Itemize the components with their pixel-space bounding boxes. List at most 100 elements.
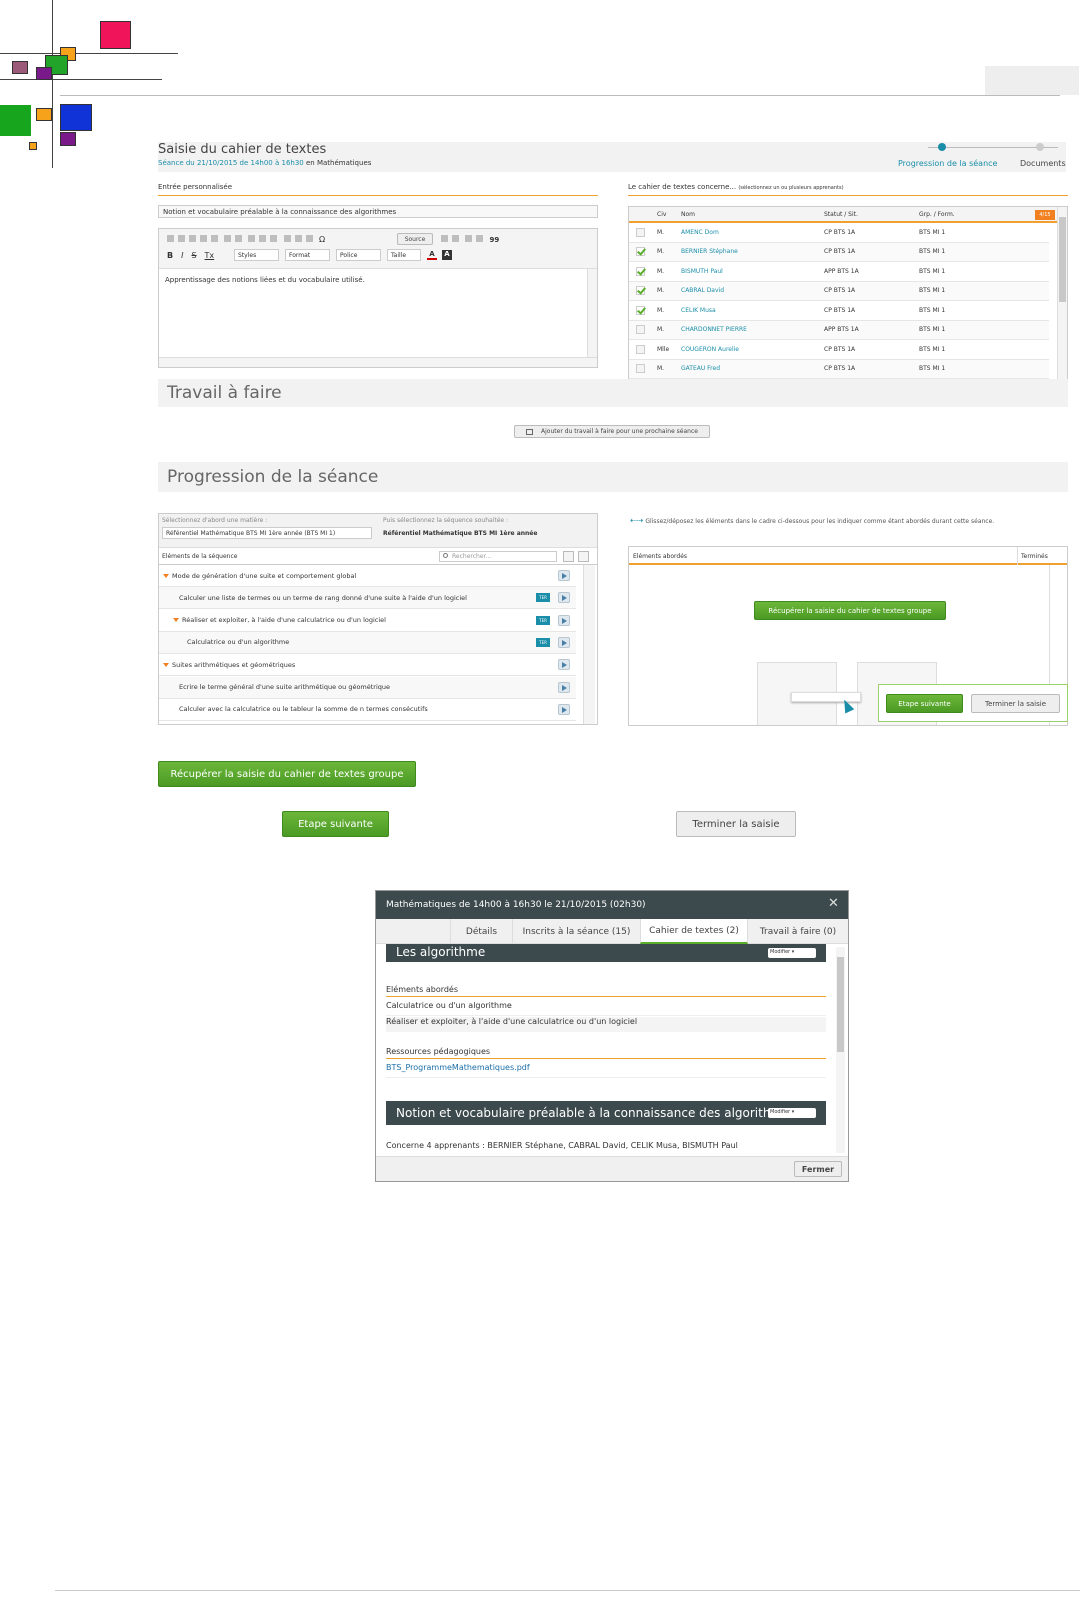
arrow-right-icon[interactable] [558, 570, 570, 581]
copy-icon[interactable] [178, 235, 185, 242]
learners-scroll-thumb[interactable] [1059, 217, 1066, 302]
font-select[interactable]: Police [336, 249, 381, 261]
arrow-right-icon[interactable] [558, 636, 570, 648]
tab-travail[interactable]: Travail à faire (0) [748, 919, 848, 944]
indent-icon[interactable] [476, 235, 484, 242]
table-row[interactable]: M. CABRAL David CP BTS 1A BTS MI 1 [629, 281, 1049, 301]
list-item[interactable]: Réaliser et exploiter, à l'aide d'une ca… [159, 609, 576, 632]
cut-icon[interactable] [167, 235, 174, 242]
finish-button-small[interactable]: Terminer la saisie [971, 694, 1060, 713]
list-item[interactable]: Suites arithmétiques et géométriques [159, 654, 576, 677]
learner-checkbox[interactable] [636, 247, 645, 257]
sequence-scrollbar[interactable] [583, 565, 595, 724]
table-row[interactable]: M. BERNIER Stéphane CP BTS 1A BTS MI 1 [629, 242, 1049, 262]
bg-color-icon[interactable]: A [442, 250, 452, 260]
close-icon[interactable]: ✕ [828, 896, 839, 911]
table-row[interactable]: M. AMENC Dom CP BTS 1A BTS MI 1 [629, 223, 1049, 243]
ordered-list-icon[interactable] [441, 235, 448, 242]
table-row[interactable]: Mlle COUGERON Aurelie CP BTS 1A BTS MI 1 [629, 340, 1049, 360]
paste-text-icon[interactable] [200, 235, 207, 242]
list-item[interactable]: Mode de génération d'une suite et compor… [159, 565, 576, 587]
learner-name[interactable]: CELIK Musa [681, 307, 716, 314]
learner-name[interactable]: BISMUTH Paul [681, 268, 723, 275]
bullet-list-icon[interactable] [452, 235, 459, 242]
unlink-icon[interactable] [259, 235, 267, 242]
image-icon[interactable] [283, 235, 291, 242]
learner-name[interactable]: AMENC Dom [681, 229, 719, 236]
redo-icon[interactable] [235, 235, 243, 242]
bold-button[interactable]: B [167, 251, 173, 260]
recup-button-small[interactable]: Récupérer la saisie du cahier de textes … [754, 601, 946, 620]
arrow-right-icon[interactable] [558, 614, 570, 626]
modal-scrollbar[interactable] [836, 947, 845, 1153]
table-row[interactable]: M. CHARDONNET PIERRE APP BTS 1A BTS MI 1 [629, 320, 1049, 340]
list-item[interactable]: Calculer une liste de termes ou un terme… [159, 587, 576, 610]
caret-down-icon[interactable] [163, 573, 169, 578]
col-status[interactable]: Statut / Sit. [824, 211, 858, 218]
finish-button[interactable]: Terminer la saisie [676, 811, 796, 837]
size-select[interactable]: Taille [387, 249, 421, 261]
arrow-right-icon[interactable] [558, 592, 570, 604]
stepper-dot-active[interactable] [938, 143, 946, 151]
styles-select[interactable]: Styles [234, 249, 279, 261]
entry-title-input[interactable]: Notion et vocabulaire préalable à la con… [158, 205, 598, 218]
list-item[interactable]: Ecrire le terme général d'une suite arit… [159, 676, 576, 699]
editor-content[interactable]: Apprentissage des notions liées et du vo… [165, 276, 365, 284]
add-homework-button[interactable]: Ajouter du travail à faire pour une proc… [514, 425, 710, 438]
col-civ[interactable]: Civ [657, 211, 666, 218]
modify-button-2[interactable]: Modifier ▾ [768, 1108, 816, 1118]
text-color-icon[interactable]: A [427, 250, 437, 260]
outdent-icon[interactable] [465, 235, 473, 242]
next-step-button[interactable]: Etape suivante [282, 811, 389, 837]
stepper-label-documents[interactable]: Documents [1020, 159, 1066, 168]
learner-checkbox[interactable] [636, 305, 645, 315]
hr-icon[interactable] [305, 235, 313, 242]
list-item[interactable]: Calculatrice ou d'un algorithme TER [159, 631, 576, 654]
learner-name[interactable]: GATEAU Fred [681, 365, 720, 372]
recup-button[interactable]: Récupérer la saisie du cahier de textes … [158, 761, 416, 787]
learner-checkbox[interactable] [636, 344, 645, 354]
learner-name[interactable]: CABRAL David [681, 287, 724, 294]
learners-scrollbar[interactable] [1057, 207, 1067, 385]
editor-resize-bar[interactable] [159, 357, 597, 367]
modal-scroll-thumb[interactable] [837, 957, 844, 1052]
flag-icon[interactable] [270, 235, 278, 242]
omega-icon[interactable]: Ω [319, 235, 325, 244]
arrow-right-icon[interactable] [558, 681, 570, 693]
tab-inscrits[interactable]: Inscrits à la séance (15) [512, 919, 640, 944]
arrow-right-icon[interactable] [558, 659, 570, 671]
stepper-dot-inactive[interactable] [1036, 143, 1044, 151]
caret-down-icon[interactable] [163, 662, 169, 667]
table-icon[interactable] [294, 235, 302, 242]
learner-checkbox[interactable] [636, 325, 645, 335]
blockquote-icon[interactable]: 99 [489, 236, 499, 244]
paste-icon[interactable] [189, 235, 196, 242]
strike-button[interactable]: S [191, 251, 196, 260]
collapse-all-icon[interactable] [578, 551, 589, 562]
tab-cahier[interactable]: Cahier de textes (2) [640, 919, 748, 944]
tab-details[interactable]: Détails [450, 919, 512, 944]
learner-checkbox[interactable] [636, 286, 645, 296]
resource-link[interactable]: BTS_ProgrammeMathematiques.pdf [386, 1063, 826, 1078]
table-row[interactable]: M. CELIK Musa CP BTS 1A BTS MI 1 [629, 301, 1049, 321]
editor-scrollbar[interactable] [587, 269, 597, 359]
expand-all-icon[interactable] [563, 551, 574, 562]
modify-button-1[interactable]: Modifier ▾ [768, 948, 816, 958]
table-row[interactable]: M. GATEAU Fred CP BTS 1A BTS MI 1 [629, 359, 1049, 379]
undo-icon[interactable] [224, 235, 232, 242]
next-step-button-small[interactable]: Etape suivante [886, 694, 963, 713]
learner-checkbox[interactable] [636, 364, 645, 374]
table-row[interactable]: M. BISMUTH Paul APP BTS 1A BTS MI 1 [629, 262, 1049, 282]
learner-checkbox[interactable] [636, 266, 645, 276]
col-group[interactable]: Grp. / Form. [919, 211, 955, 218]
session-link[interactable]: Séance du 21/10/2015 de 14h00 à 16h30 [158, 159, 304, 167]
modal-close-button[interactable]: Fermer [794, 1161, 842, 1177]
arrow-right-icon[interactable] [558, 703, 570, 715]
source-button[interactable]: Source [397, 233, 433, 245]
col-name[interactable]: Nom [681, 211, 695, 218]
caret-down-icon[interactable] [173, 618, 179, 623]
paste-word-icon[interactable] [211, 235, 218, 242]
learner-name[interactable]: CHARDONNET PIERRE [681, 326, 747, 333]
clear-format-button[interactable]: Tx [205, 251, 215, 260]
sequence-search-input[interactable]: Rechercher... [439, 551, 557, 562]
